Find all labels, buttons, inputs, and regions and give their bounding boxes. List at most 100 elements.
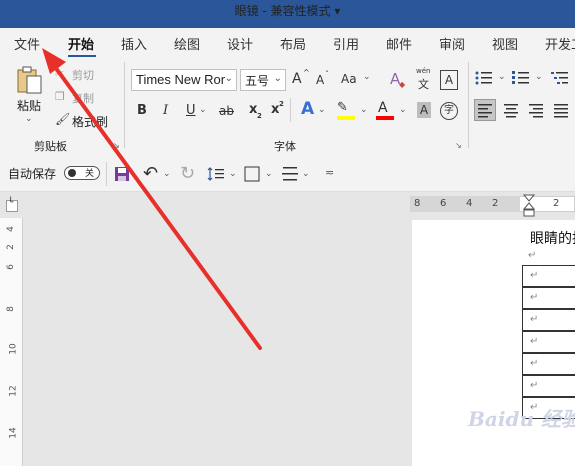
font-name-combo[interactable]: Times New Ror ⌄: [131, 69, 237, 91]
paste-icon: [17, 66, 42, 94]
line-spacing-icon[interactable]: [207, 166, 225, 182]
bullets-icon[interactable]: [474, 70, 494, 86]
chevron-down-icon: ⌄: [265, 169, 273, 179]
format-painter-icon: 🖌: [55, 112, 71, 126]
highlight-color-bar: [337, 116, 355, 120]
char-shading-button[interactable]: A: [417, 102, 431, 118]
char-border-button[interactable]: A: [440, 70, 458, 90]
vruler-tick: 10: [8, 343, 19, 355]
align-left-icon: [478, 104, 492, 118]
text-effects-button[interactable]: A: [301, 99, 314, 119]
tab-draw[interactable]: 绘图: [174, 34, 200, 53]
justify-icon[interactable]: [551, 100, 571, 120]
align-right-icon[interactable]: [526, 100, 546, 120]
copy-button[interactable]: 复制: [72, 90, 94, 106]
paste-dropdown-icon[interactable]: ⌄: [25, 114, 33, 124]
autosave-state: 关: [85, 169, 95, 179]
font-size-combo[interactable]: 五号 ⌄: [240, 69, 286, 91]
tab-file[interactable]: 文件: [14, 34, 40, 53]
chevron-down-icon: ⌄: [360, 105, 368, 115]
chevron-down-icon: ⌄: [399, 105, 407, 115]
ruler-margin: [410, 196, 520, 212]
font-launcher-icon[interactable]: ↘: [455, 141, 462, 150]
grow-font-caret-icon: ^: [303, 68, 310, 77]
bold-button[interactable]: B: [137, 103, 147, 118]
document-heading[interactable]: 眼睛的抗: [530, 228, 575, 248]
subscript-mark-icon: 2: [257, 112, 262, 120]
strikethrough-button[interactable]: ab: [219, 104, 234, 118]
font-group-label: 字体: [274, 140, 296, 153]
font-color-bar: [376, 116, 394, 120]
save-icon[interactable]: [114, 166, 130, 182]
vruler-tick: 4: [5, 226, 16, 232]
hruler-tick: 2: [553, 198, 560, 209]
change-case-button[interactable]: Aa: [341, 72, 357, 86]
eraser-icon: ◆: [399, 80, 406, 89]
ribbon-tabs: 文件 开始 插入 绘图 设计 布局 引用 邮件 审阅 视图 开发工: [0, 28, 575, 58]
cell-end-mark: ↵: [530, 336, 539, 347]
align-left-button[interactable]: [474, 99, 496, 121]
cell-end-mark: ↵: [530, 292, 539, 303]
italic-button[interactable]: I: [163, 103, 168, 118]
grow-font-button[interactable]: A: [292, 71, 302, 87]
tab-references[interactable]: 引用: [333, 34, 359, 53]
paragraph-mark: ↵: [528, 250, 537, 261]
paste-label[interactable]: 粘贴: [17, 97, 41, 114]
numbering-icon[interactable]: [511, 70, 531, 86]
toggle-knob: [68, 169, 76, 177]
shrink-font-button[interactable]: A: [316, 73, 324, 87]
vruler-tick: 14: [8, 427, 19, 439]
clipboard-group-label: 剪贴板: [34, 140, 67, 153]
watermark-logo: Baidu 经验: [468, 407, 575, 431]
cell-end-mark: ↵: [530, 358, 539, 369]
chevron-down-icon: ⌄: [273, 73, 282, 84]
chevron-down-icon: ⌄: [229, 169, 237, 179]
font-color-button[interactable]: A: [378, 100, 388, 116]
format-painter-button[interactable]: 格式刷: [72, 113, 108, 130]
tab-selector[interactable]: └: [6, 198, 18, 212]
copy-icon: ❐: [55, 90, 65, 103]
window-title[interactable]: 眼镜 - 兼容性模式 ▾: [0, 0, 575, 28]
tab-developer[interactable]: 开发工: [545, 34, 575, 53]
active-tab-indicator: [68, 55, 96, 57]
tab-home[interactable]: 开始: [68, 34, 94, 53]
highlight-icon[interactable]: ✎: [337, 100, 348, 115]
chevron-down-icon: ⌄: [318, 105, 326, 115]
cell-end-mark: ↵: [530, 270, 539, 281]
hruler-tick: 2: [492, 198, 499, 209]
cell-end-mark: ↵: [530, 314, 539, 325]
chevron-down-icon: ⌄: [199, 105, 207, 115]
multilevel-list-icon[interactable]: [550, 70, 570, 86]
tab-layout[interactable]: 布局: [280, 34, 306, 53]
tab-review[interactable]: 审阅: [439, 34, 465, 53]
customize-qat-icon[interactable]: ≂: [325, 166, 334, 179]
phonetic-guide-button[interactable]: 文: [418, 76, 429, 92]
chevron-down-icon: ⌄: [163, 169, 171, 179]
vruler-tick: 8: [5, 306, 16, 312]
phonetic-guide-top[interactable]: wén: [416, 67, 430, 75]
enclose-char-button[interactable]: 字: [440, 102, 458, 120]
font-size-value: 五号: [245, 74, 270, 88]
indent-marker-icon[interactable]: [523, 194, 535, 220]
scissors-icon: ✂: [55, 67, 65, 80]
hruler-tick: 6: [440, 198, 447, 209]
clipboard-launcher-icon[interactable]: ↘: [113, 141, 120, 150]
group-divider: [124, 62, 125, 148]
vruler-tick: 12: [8, 385, 19, 397]
redo-icon[interactable]: ↻: [180, 163, 195, 184]
chevron-down-icon: ⌄: [224, 73, 233, 84]
chevron-down-icon: ⌄: [535, 72, 543, 82]
borders-icon[interactable]: [244, 166, 260, 182]
tab-design[interactable]: 设计: [227, 34, 253, 53]
align-center-icon[interactable]: [501, 100, 521, 120]
page-break-icon[interactable]: [281, 166, 299, 182]
tab-view[interactable]: 视图: [492, 34, 518, 53]
font-name-value: Times New Ror: [136, 72, 226, 87]
tab-insert[interactable]: 插入: [121, 34, 147, 53]
cut-button[interactable]: 剪切: [72, 67, 94, 83]
hruler-tick: 4: [466, 198, 473, 209]
undo-icon[interactable]: ↶: [143, 163, 158, 184]
row-divider: [290, 98, 291, 122]
underline-button[interactable]: U: [186, 103, 196, 118]
tab-mailings[interactable]: 邮件: [386, 34, 412, 53]
